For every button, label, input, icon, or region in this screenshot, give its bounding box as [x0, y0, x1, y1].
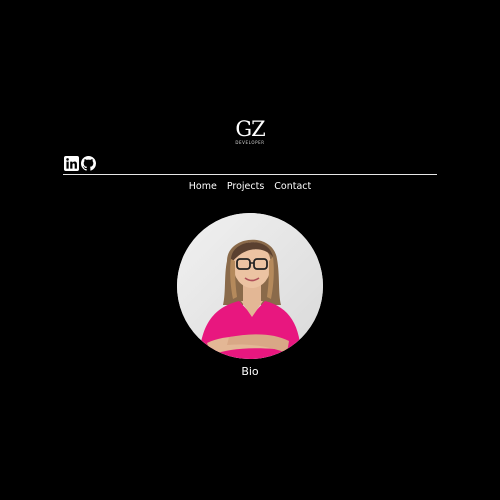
bio-link[interactable]: Bio [241, 365, 258, 378]
logo-mark: GZ [235, 117, 265, 141]
main-nav: Home Projects Contact [0, 180, 500, 194]
nav-home-link[interactable]: Home [189, 180, 217, 194]
site-logo[interactable]: GZ DEVELOPER [225, 118, 275, 150]
github-icon[interactable] [81, 155, 96, 171]
nav-projects-link[interactable]: Projects [227, 180, 264, 194]
bio-section: Bio [0, 364, 500, 380]
profile-photo [177, 213, 323, 359]
header-divider [63, 174, 437, 175]
linkedin-icon[interactable] [64, 155, 79, 171]
nav-contact-link[interactable]: Contact [274, 180, 311, 194]
logo-subtitle: DEVELOPER [235, 140, 265, 145]
page: GZ DEVELOPER Home Projects Contact Bio [0, 0, 500, 500]
social-links [64, 155, 96, 171]
